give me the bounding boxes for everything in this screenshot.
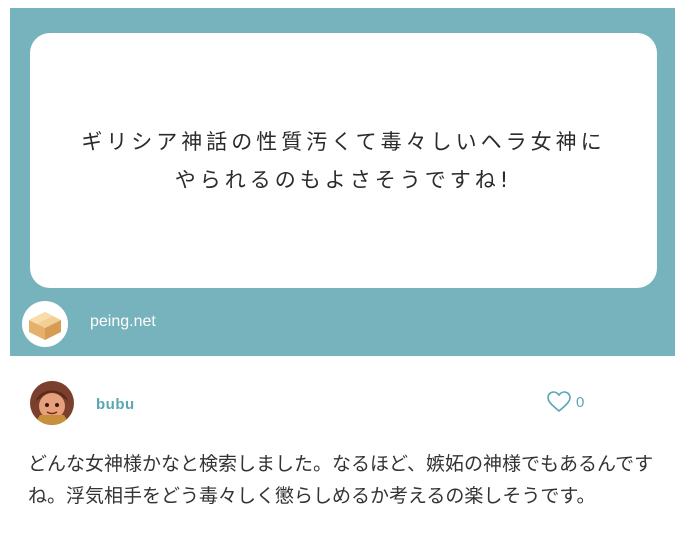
- question-card: ギリシア神話の性質汚くて毒々しいヘラ女神に やられるのもよさそうですね!: [30, 33, 657, 288]
- heart-outline-icon: [547, 391, 571, 412]
- source-domain: peing.net: [90, 313, 156, 330]
- question-card-image[interactable]: ギリシア神話の性質汚くて毒々しいヘラ女神に やられるのもよさそうですね! pei…: [10, 8, 675, 356]
- user-avatar[interactable]: [30, 381, 74, 425]
- like-count: 0: [576, 393, 585, 411]
- page: ギリシア神話の性質汚くて毒々しいヘラ女神に やられるのもよさそうですね! pei…: [0, 0, 680, 545]
- peing-logo: [22, 301, 68, 347]
- cardboard-box-icon: [29, 312, 61, 340]
- question-text-line-2: やられるのもよさそうですね!: [174, 167, 513, 192]
- question-text-line-1: ギリシア神話の性質汚くて毒々しいヘラ女神に: [81, 129, 606, 154]
- like-button[interactable]: 0: [546, 390, 584, 414]
- answer-text: どんな女神様かなと検索しました。なるほど、嫉妬の神様でもあるんですね。浮気相手を…: [28, 453, 654, 507]
- username[interactable]: bubu: [96, 396, 135, 413]
